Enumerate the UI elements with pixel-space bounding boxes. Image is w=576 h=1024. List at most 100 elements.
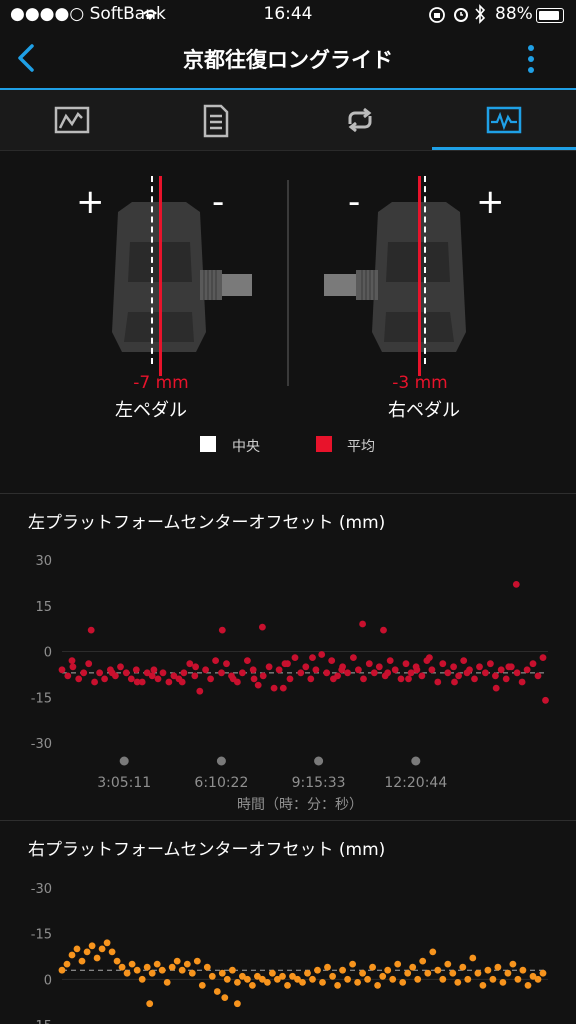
data-point xyxy=(329,972,336,980)
tab-bar xyxy=(0,90,576,150)
x-tick-marker xyxy=(119,756,129,766)
tab-map[interactable] xyxy=(0,90,144,150)
data-point xyxy=(202,666,210,674)
y-tick-label: 0 xyxy=(44,973,52,988)
data-point xyxy=(450,663,457,671)
data-point xyxy=(459,963,467,971)
data-point xyxy=(513,669,521,677)
data-point xyxy=(98,945,106,953)
data-point xyxy=(451,678,458,686)
data-point xyxy=(159,669,167,677)
data-point xyxy=(512,581,520,588)
more-options-icon[interactable] xyxy=(524,44,538,74)
data-point xyxy=(359,620,366,628)
data-point xyxy=(229,966,236,974)
loop-icon xyxy=(348,107,372,133)
data-point xyxy=(63,960,71,968)
data-point xyxy=(312,666,320,674)
data-point xyxy=(93,954,101,962)
data-point xyxy=(75,675,83,683)
y-tick-label: -30 xyxy=(31,882,52,897)
data-point xyxy=(418,672,426,680)
data-point xyxy=(265,663,273,671)
data-point xyxy=(413,666,421,674)
data-point xyxy=(434,678,442,686)
data-point xyxy=(180,669,188,677)
data-point xyxy=(87,626,95,634)
data-point xyxy=(319,979,326,986)
data-point xyxy=(504,969,512,977)
data-point xyxy=(123,969,131,977)
data-point xyxy=(88,942,96,950)
data-point xyxy=(355,666,362,674)
data-point xyxy=(138,975,146,983)
data-point xyxy=(297,669,305,677)
data-point xyxy=(302,663,310,671)
data-point xyxy=(414,975,422,983)
data-point xyxy=(103,939,111,947)
tab-charts[interactable] xyxy=(432,90,576,150)
y-tick-label: 15 xyxy=(35,1019,52,1024)
y-tick-label: 0 xyxy=(44,646,52,661)
data-point xyxy=(183,960,191,968)
tab-summary[interactable] xyxy=(144,90,288,150)
data-point xyxy=(108,669,116,677)
data-point xyxy=(324,963,331,971)
data-point xyxy=(244,657,251,664)
legend-average-label: 平均 xyxy=(347,439,375,455)
data-point xyxy=(250,675,258,683)
x-tick-marker xyxy=(411,756,421,766)
data-point xyxy=(146,1000,154,1008)
data-point xyxy=(101,675,108,683)
left-offset-value: -7 mm xyxy=(133,373,189,393)
data-point xyxy=(328,657,336,664)
data-point xyxy=(148,672,156,680)
data-point xyxy=(505,663,513,671)
left-pedal-label: 左ペダル xyxy=(115,400,187,421)
data-point xyxy=(132,666,140,674)
data-point xyxy=(221,994,229,1001)
tab-laps[interactable] xyxy=(288,90,432,150)
data-point xyxy=(259,623,266,631)
data-point xyxy=(479,982,487,989)
data-point xyxy=(208,972,216,980)
data-point xyxy=(455,672,462,680)
data-point xyxy=(279,972,286,980)
y-tick-label: -15 xyxy=(31,928,52,943)
data-point xyxy=(286,675,294,683)
data-point xyxy=(64,672,72,680)
data-point xyxy=(494,963,502,971)
data-point xyxy=(339,966,346,974)
data-point xyxy=(389,975,397,983)
data-point xyxy=(391,666,399,674)
left-offset-chart: 30 15 0 -15 -30 3:05:11 6:10:22 9:15:33 12:20:44… xyxy=(31,554,549,810)
data-point xyxy=(188,969,196,977)
data-point xyxy=(407,669,415,677)
data-point xyxy=(148,969,156,977)
data-point xyxy=(502,675,510,683)
data-point xyxy=(492,684,500,692)
data-point xyxy=(539,969,547,977)
data-point xyxy=(344,669,351,677)
data-point xyxy=(471,675,478,683)
data-point xyxy=(108,948,116,956)
data-point xyxy=(128,960,136,968)
data-point xyxy=(463,669,471,677)
data-point xyxy=(133,678,141,686)
data-point xyxy=(404,969,412,977)
legend-center-swatch xyxy=(200,436,216,452)
data-point xyxy=(369,963,376,971)
right-offset-value: -3 mm xyxy=(392,373,448,393)
data-point xyxy=(360,675,367,683)
data-point xyxy=(518,678,526,686)
data-point xyxy=(534,975,542,983)
data-point xyxy=(254,681,262,689)
pedal-divider xyxy=(287,180,289,386)
data-point xyxy=(113,957,121,965)
data-point xyxy=(386,657,394,664)
data-point xyxy=(419,957,427,965)
data-point xyxy=(424,969,432,977)
data-point xyxy=(291,654,299,661)
data-point xyxy=(304,969,311,977)
data-point xyxy=(374,982,381,989)
